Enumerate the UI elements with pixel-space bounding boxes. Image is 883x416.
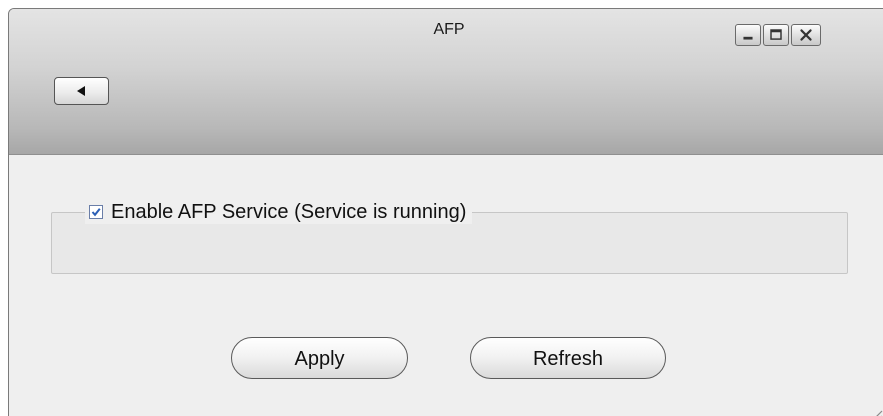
afp-window: AFP Enable AFP Service (Service is runni…	[8, 8, 883, 416]
enable-afp-label: Enable AFP Service (Service is running)	[111, 200, 467, 223]
resize-grip-icon[interactable]	[869, 409, 883, 416]
maximize-icon	[770, 29, 782, 40]
back-arrow-icon	[77, 86, 85, 96]
close-button[interactable]	[791, 24, 821, 46]
minimize-button[interactable]	[735, 24, 761, 46]
close-icon	[800, 29, 812, 41]
content-area: Enable AFP Service (Service is running) …	[9, 155, 883, 416]
back-button[interactable]	[54, 77, 109, 105]
refresh-button[interactable]: Refresh	[470, 337, 666, 379]
enable-afp-option[interactable]: Enable AFP Service (Service is running)	[85, 200, 473, 224]
minimize-icon	[743, 36, 753, 40]
maximize-button[interactable]	[763, 24, 789, 46]
page: AFP Enable AFP Service (Service is runni…	[0, 0, 883, 416]
apply-button[interactable]: Apply	[231, 337, 408, 379]
title-bar[interactable]: AFP	[9, 9, 883, 155]
checkmark-icon	[91, 208, 101, 217]
enable-afp-checkbox[interactable]	[89, 205, 103, 219]
